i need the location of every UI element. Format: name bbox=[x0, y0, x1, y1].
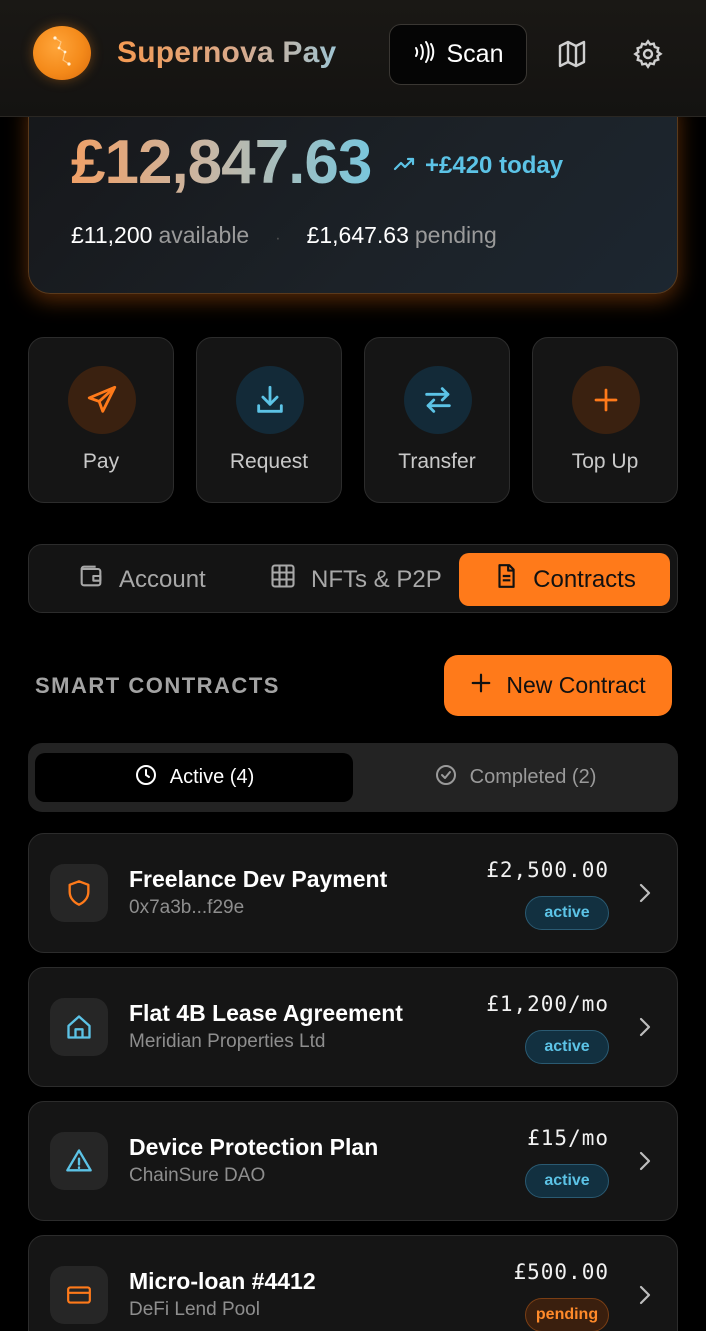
balance-total: £12,847.63 bbox=[71, 128, 372, 197]
logo-icon bbox=[33, 26, 91, 80]
pay-label: Pay bbox=[82, 450, 120, 473]
contract-amount: £500.00 bbox=[513, 1260, 609, 1284]
status-badge: active bbox=[525, 896, 609, 930]
tab-nfts-p2p[interactable]: NFTs & P2P bbox=[269, 553, 442, 606]
chevron-right-icon bbox=[637, 880, 653, 911]
contract-card[interactable]: Flat 4B Lease Agreement Meridian Propert… bbox=[28, 967, 678, 1087]
new-contract-label: New Contract bbox=[506, 672, 646, 698]
filter-completed-label: Completed (2) bbox=[469, 766, 597, 788]
document-icon bbox=[493, 562, 519, 597]
filter-active-label: Active (4) bbox=[169, 766, 255, 788]
transfer-label: Transfer bbox=[398, 450, 476, 473]
contract-amount: £2,500.00 bbox=[486, 858, 609, 882]
contract-card[interactable]: Micro-loan #4412 DeFi Lend Pool £500.00 … bbox=[28, 1235, 678, 1331]
separator: · bbox=[275, 230, 281, 247]
chevron-right-icon bbox=[637, 1282, 653, 1313]
contract-title: Micro-loan #4412 bbox=[129, 1268, 316, 1294]
new-contract-button[interactable]: New Contract bbox=[444, 655, 672, 716]
top-up-label: Top Up bbox=[571, 450, 639, 473]
pending-label: pending bbox=[414, 222, 497, 248]
download-icon bbox=[236, 366, 304, 434]
scan-button[interactable]: Scan bbox=[389, 24, 527, 85]
contract-subtitle: Meridian Properties Ltd bbox=[129, 1031, 326, 1052]
contract-title: Flat 4B Lease Agreement bbox=[129, 1000, 403, 1026]
status-filter: Active (4) Completed (2) bbox=[28, 743, 678, 812]
pending-value: £1,647.63 bbox=[306, 222, 409, 248]
trend-up-icon bbox=[393, 152, 417, 180]
contract-title: Freelance Dev Payment bbox=[129, 866, 388, 892]
send-icon bbox=[68, 366, 136, 434]
plus-icon bbox=[470, 672, 492, 700]
grid-icon bbox=[269, 562, 297, 597]
transfer-button[interactable]: Transfer bbox=[364, 337, 510, 503]
shield-icon bbox=[50, 864, 108, 922]
available-label: available bbox=[158, 222, 250, 248]
tab-account-label: Account bbox=[119, 565, 206, 593]
warning-icon bbox=[50, 1132, 108, 1190]
transfer-icon bbox=[404, 366, 472, 434]
balance-card: £12,847.63 +£420 today £11,200 available… bbox=[28, 100, 678, 294]
tab-account[interactable]: Account bbox=[77, 553, 206, 606]
top-up-button[interactable]: Top Up bbox=[532, 337, 678, 503]
contract-title: Device Protection Plan bbox=[129, 1134, 379, 1160]
section-title: SMART CONTRACTS bbox=[35, 673, 280, 698]
pay-button[interactable]: Pay bbox=[28, 337, 174, 503]
app-title: Supernova Pay bbox=[117, 36, 337, 69]
clock-icon bbox=[134, 763, 158, 793]
chevron-right-icon bbox=[637, 1148, 653, 1179]
request-button[interactable]: Request bbox=[196, 337, 342, 503]
tab-nfts-label: NFTs & P2P bbox=[311, 565, 442, 593]
contract-amount: £15/mo bbox=[527, 1126, 609, 1150]
balance-breakdown: £11,200 available · £1,647.63 pending bbox=[71, 222, 497, 249]
gear-icon[interactable] bbox=[624, 30, 672, 78]
filter-active[interactable]: Active (4) bbox=[35, 753, 353, 802]
card-icon bbox=[50, 1266, 108, 1324]
status-badge: pending bbox=[525, 1298, 609, 1331]
status-badge: active bbox=[525, 1164, 609, 1198]
contract-subtitle: ChainSure DAO bbox=[129, 1165, 266, 1186]
contract-amount: £1,200/mo bbox=[486, 992, 609, 1016]
contactless-icon bbox=[413, 40, 435, 69]
plus-icon bbox=[572, 366, 640, 434]
tab-contracts-label: Contracts bbox=[533, 565, 636, 593]
app-header: Supernova Pay Scan bbox=[0, 0, 706, 117]
balance-delta: +£420 today bbox=[393, 152, 563, 180]
balance-delta-text: +£420 today bbox=[425, 152, 564, 179]
main-tabs: Account NFTs & P2P Contracts bbox=[28, 544, 678, 613]
available-value: £11,200 bbox=[71, 222, 153, 248]
contract-subtitle: DeFi Lend Pool bbox=[129, 1299, 260, 1320]
scan-label: Scan bbox=[446, 40, 504, 68]
contract-card[interactable]: Device Protection Plan ChainSure DAO £15… bbox=[28, 1101, 678, 1221]
tab-contracts[interactable]: Contracts bbox=[459, 553, 670, 606]
home-icon bbox=[50, 998, 108, 1056]
request-label: Request bbox=[229, 450, 309, 473]
wallet-icon bbox=[77, 562, 105, 597]
contract-subtitle: 0x7a3b...f29e bbox=[129, 897, 245, 918]
chevron-right-icon bbox=[637, 1014, 653, 1045]
contract-card[interactable]: Freelance Dev Payment 0x7a3b...f29e £2,5… bbox=[28, 833, 678, 953]
map-icon[interactable] bbox=[548, 30, 596, 78]
status-badge: active bbox=[525, 1030, 609, 1064]
filter-completed[interactable]: Completed (2) bbox=[358, 753, 672, 802]
check-circle-icon bbox=[434, 763, 458, 793]
